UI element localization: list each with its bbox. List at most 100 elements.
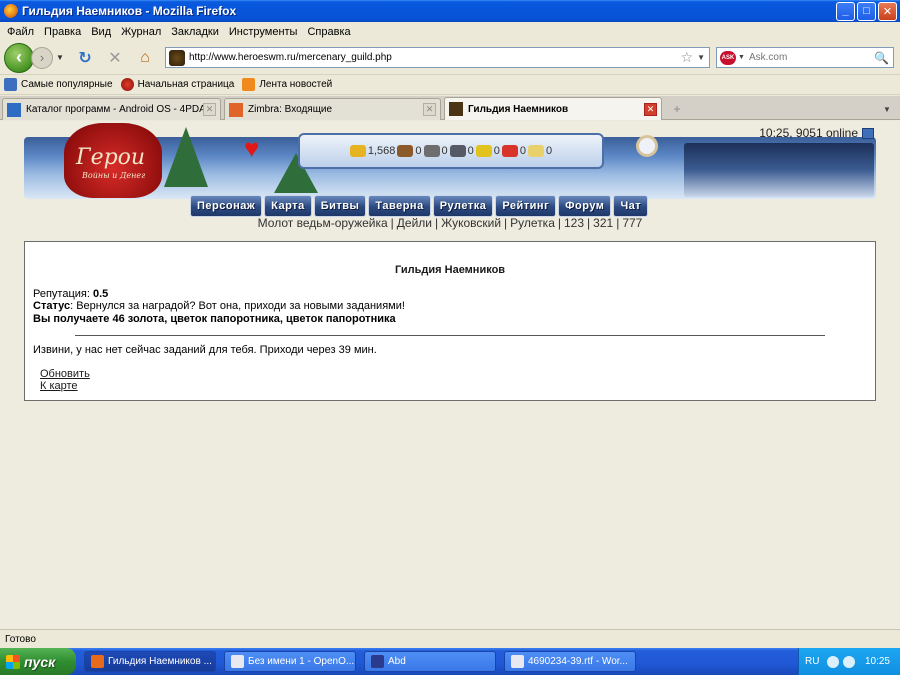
nav-rating-button[interactable]: Рейтинг [495, 195, 557, 217]
new-tab-icon[interactable]: + [667, 100, 687, 118]
tab-4pda[interactable]: Каталог программ - Android OS - 4PDA ✕ [2, 98, 221, 120]
quicklink-hammer[interactable]: Молот ведьм-оружейка [258, 216, 388, 230]
menu-file[interactable]: Файл [2, 26, 39, 38]
menu-bar: Файл Правка Вид Журнал Закладки Инструме… [0, 22, 900, 41]
reload-button[interactable]: ↻ [74, 47, 96, 69]
resource-value: 0 [519, 145, 527, 157]
resource-value: 0 [415, 145, 422, 157]
minimize-button[interactable]: _ [836, 1, 855, 21]
nav-character-button[interactable]: Персонаж [190, 195, 263, 217]
winter-town-image [684, 143, 874, 197]
tab-label: Каталог программ - Android OS - 4PDA [26, 104, 203, 115]
separator: | [390, 216, 394, 230]
heroes-favicon-icon [449, 102, 463, 116]
tray-arrow-icon[interactable] [827, 655, 840, 668]
tab-close-icon[interactable]: ✕ [423, 103, 436, 116]
resource-value: 0 [493, 145, 500, 157]
resource-value: 0 [546, 145, 553, 157]
status-bar: Готово [0, 629, 900, 648]
task-word[interactable]: 4690234-39.rtf - Wor... [504, 651, 636, 672]
tab-list-dropdown-icon[interactable]: ▼ [880, 100, 894, 118]
tab-close-icon[interactable]: ✕ [644, 102, 657, 116]
rss-icon [242, 78, 256, 91]
task-firefox[interactable]: Гильдия Наемников ... [84, 651, 216, 672]
ring-icon[interactable] [636, 135, 658, 157]
task-label: 4690234-39.rtf - Wor... [528, 656, 628, 667]
bookmark-news-feed[interactable]: Лента новостей [242, 78, 332, 91]
resources-panel: 1,568 0 0 0 0 0 0 [298, 133, 604, 169]
status-line: Статус: Вернулся за наградой? Вот она, п… [33, 300, 405, 312]
guild-panel: Гильдия Наемников Репутация: 0.5 Статус:… [24, 241, 876, 401]
heart-icon[interactable]: ♥ [244, 135, 268, 161]
maximize-button[interactable]: □ [857, 1, 876, 21]
menu-tools[interactable]: Инструменты [224, 26, 303, 38]
crystal-icon [501, 145, 518, 157]
clock[interactable]: 10:25 [865, 656, 890, 667]
wood-icon [397, 145, 414, 157]
tab-zimbra[interactable]: Zimbra: Входящие ✕ [224, 98, 441, 120]
search-engine-dropdown-icon[interactable]: ▼ [738, 54, 745, 61]
document-icon [511, 655, 524, 668]
quicklink-zhukovsky[interactable]: Жуковский [441, 216, 501, 230]
separator: | [587, 216, 591, 230]
site-favicon-icon [169, 49, 185, 66]
stop-button[interactable]: ✕ [104, 47, 126, 69]
bookmark-star-icon[interactable]: ☆ [681, 49, 694, 66]
popular-icon [4, 78, 17, 91]
menu-bookmarks[interactable]: Закладки [166, 26, 224, 38]
close-window-button[interactable]: ✕ [878, 1, 897, 21]
url-dropdown-icon[interactable]: ▼ [697, 53, 705, 62]
history-dropdown-icon[interactable]: ▼ [56, 53, 64, 62]
quicklink-777[interactable]: 777 [622, 216, 642, 230]
search-bar[interactable]: ASK ▼ 🔍 [716, 47, 894, 68]
quicklink-123[interactable]: 123 [564, 216, 584, 230]
network-icon[interactable] [843, 655, 856, 668]
bookmark-popular[interactable]: Самые популярные [4, 78, 113, 91]
language-indicator[interactable]: RU [805, 656, 819, 667]
menu-view[interactable]: Вид [86, 26, 116, 38]
search-input[interactable] [748, 52, 875, 63]
firefox-icon [4, 4, 18, 18]
tab-close-icon[interactable]: ✕ [203, 103, 216, 116]
nav-chat-button[interactable]: Чат [613, 195, 649, 217]
resource-mercury: 0 [449, 145, 474, 157]
nav-battles-button[interactable]: Битвы [313, 195, 367, 217]
address-bar[interactable]: http://www.heroeswm.ru/mercenary_guild.p… [165, 47, 710, 68]
menu-edit[interactable]: Правка [39, 26, 86, 38]
to-map-link[interactable]: К карте [40, 380, 78, 392]
gems-icon [528, 145, 545, 157]
logo-title: Герои [76, 145, 146, 170]
home-button[interactable]: ⌂ [134, 47, 156, 69]
tab-mercenary-guild[interactable]: Гильдия Наемников ✕ [444, 97, 662, 120]
forward-arrow-icon: › [39, 50, 45, 65]
nav-forum-button[interactable]: Форум [558, 195, 612, 217]
resource-value: 1,568 [367, 145, 396, 157]
refresh-link[interactable]: Обновить [40, 368, 90, 380]
forward-button[interactable]: › [31, 46, 53, 69]
start-label: пуск [24, 653, 56, 670]
task-abd[interactable]: Abd [364, 651, 496, 672]
quicklink-roulette[interactable]: Рулетка [510, 216, 555, 230]
back-button[interactable]: ‹ [4, 42, 34, 73]
search-icon[interactable]: 🔍 [874, 51, 889, 65]
task-openoffice[interactable]: Без имени 1 - OpenO... [224, 651, 356, 672]
bookmark-start-page[interactable]: Начальная страница [120, 78, 234, 91]
resource-ore: 0 [423, 145, 448, 157]
start-button[interactable]: пуск [0, 648, 76, 675]
task-label: Без имени 1 - OpenO... [248, 656, 355, 667]
nav-roulette-button[interactable]: Рулетка [432, 195, 494, 217]
online-text: 10:25, 9051 online [759, 126, 858, 140]
menu-history[interactable]: Журнал [116, 26, 166, 38]
search-engine-icon[interactable]: ASK [720, 50, 736, 65]
reputation-line: Репутация: 0.5 [33, 288, 108, 300]
quicklink-daily[interactable]: Дейли [397, 216, 432, 230]
quicklink-321[interactable]: 321 [593, 216, 613, 230]
menu-help[interactable]: Справка [302, 26, 355, 38]
nav-tavern-button[interactable]: Таверна [368, 195, 431, 217]
system-tray: RU 10:25 [798, 648, 900, 675]
url-text[interactable]: http://www.heroeswm.ru/mercenary_guild.p… [189, 52, 681, 63]
resource-value: 0 [441, 145, 448, 157]
sulfur-icon [475, 145, 492, 157]
nav-map-button[interactable]: Карта [264, 195, 312, 217]
chat-window-icon[interactable] [862, 127, 874, 139]
